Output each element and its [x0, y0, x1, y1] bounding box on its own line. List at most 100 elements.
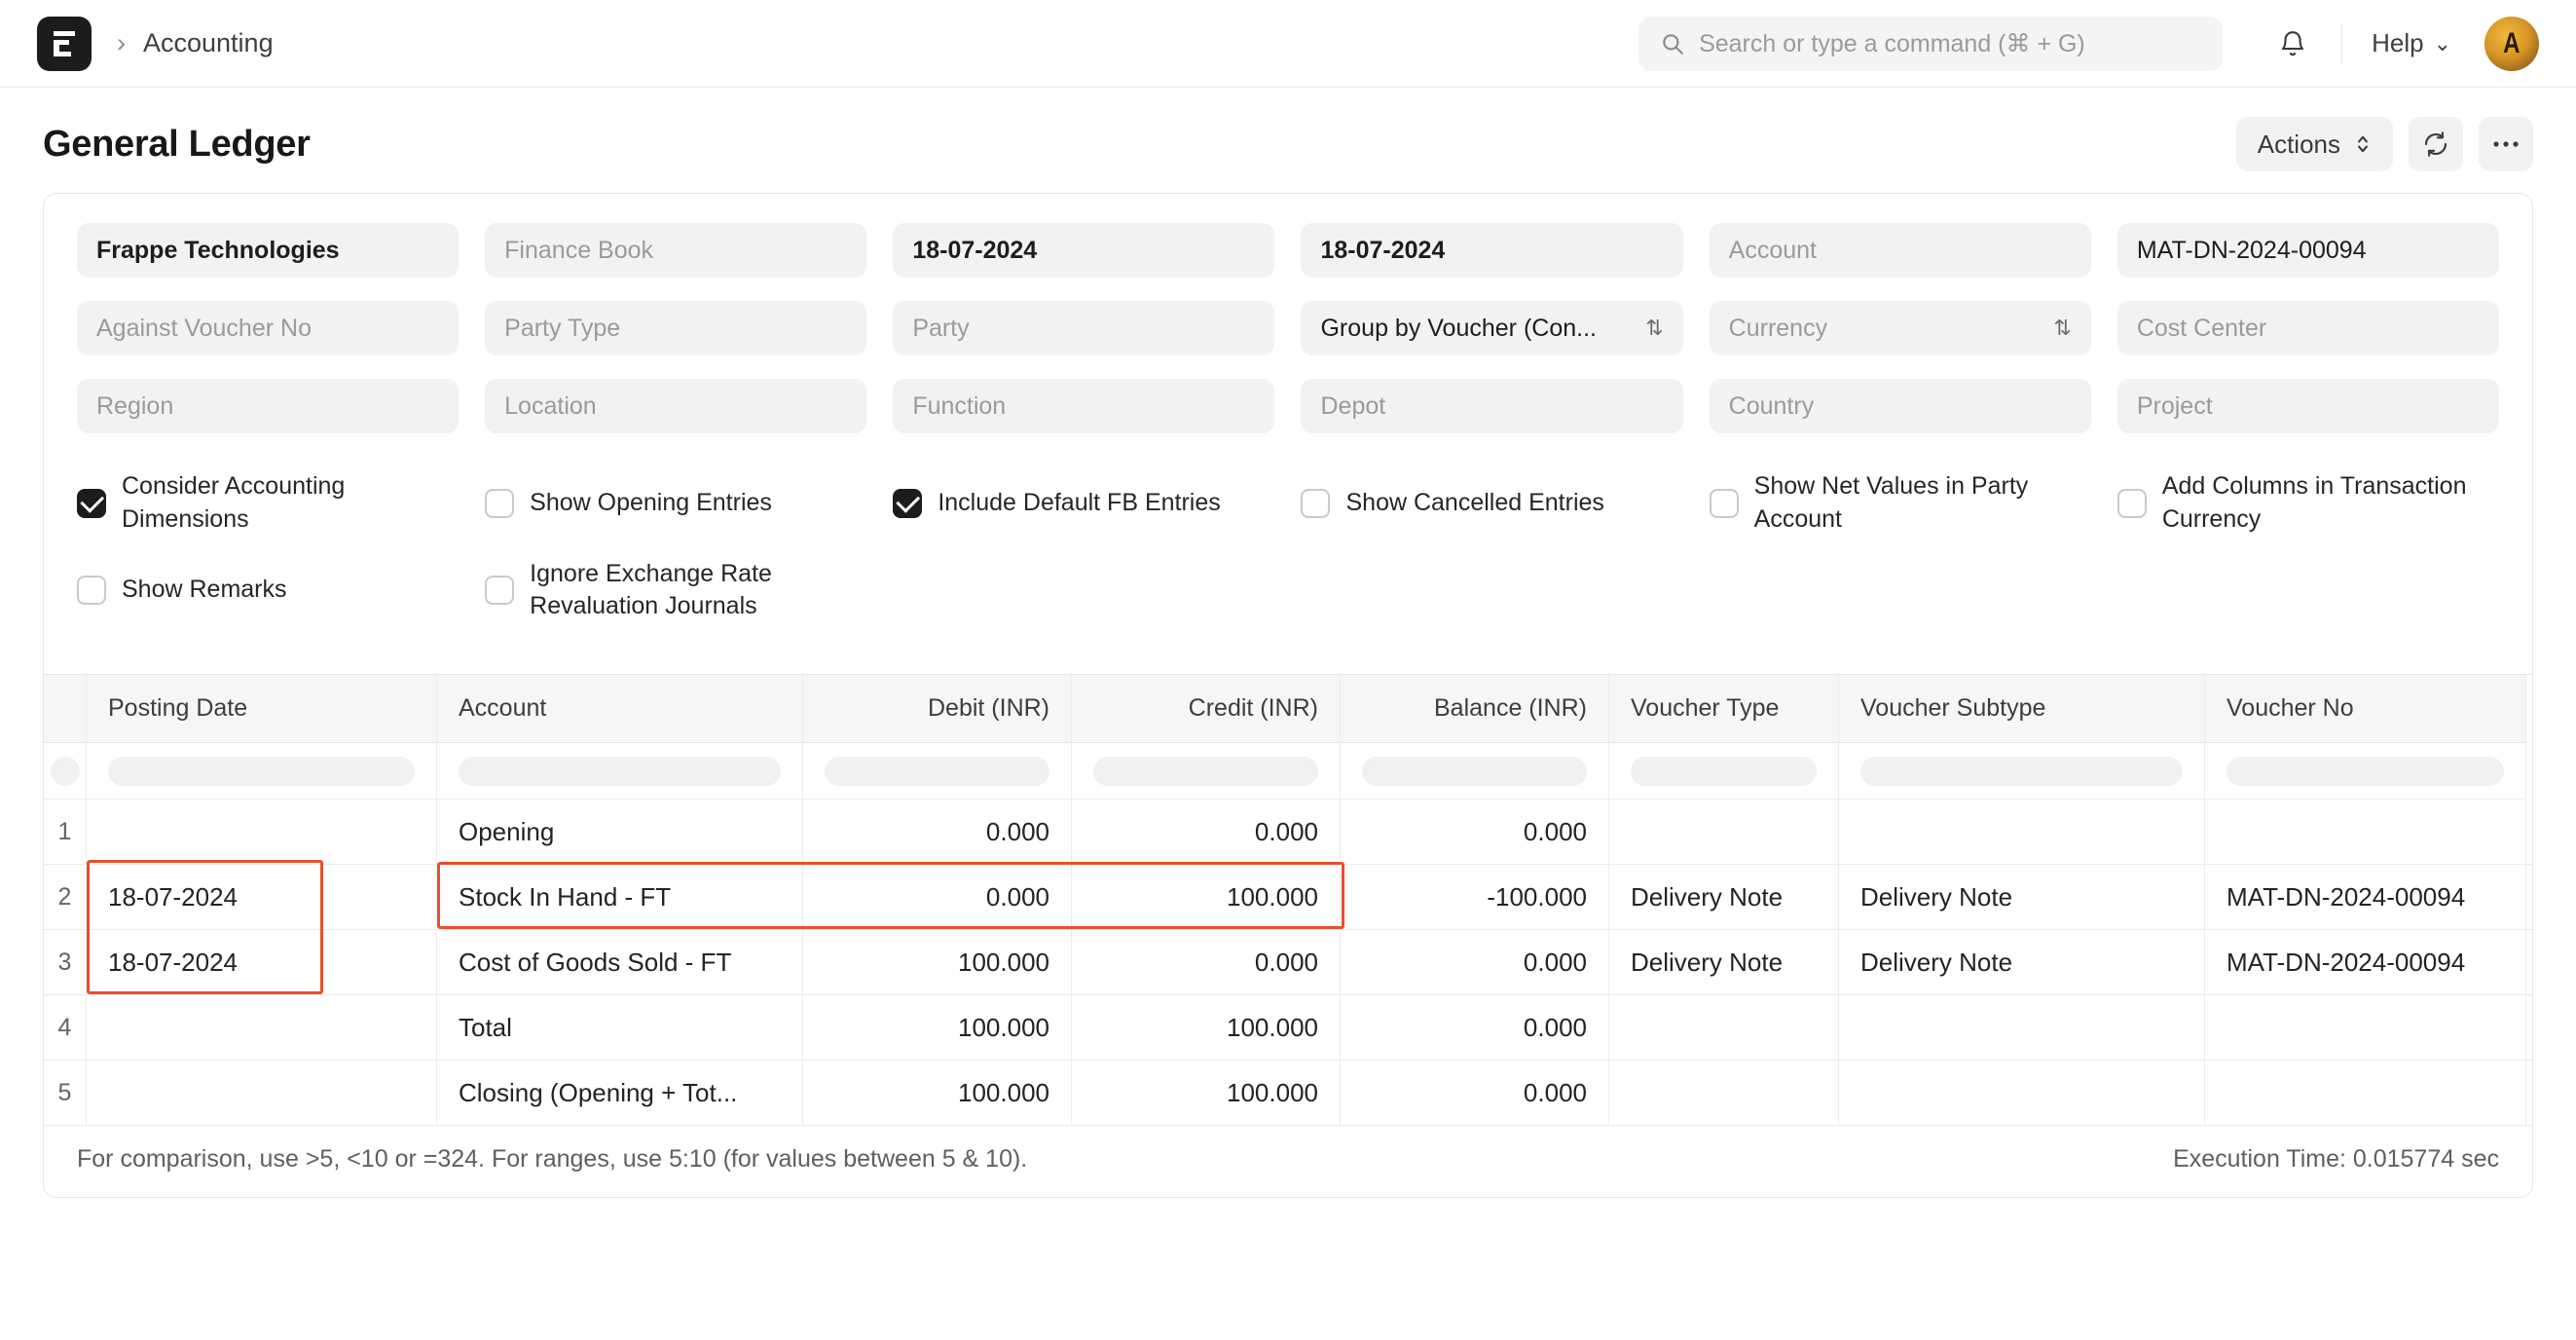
column-filter-balance[interactable] [1341, 743, 1609, 800]
cell-posting-date[interactable] [87, 995, 437, 1060]
cell-debit[interactable]: 0.000 [803, 800, 1072, 864]
cell-balance[interactable]: 0.000 [1341, 1061, 1609, 1125]
cell-posting-date[interactable] [87, 800, 437, 864]
column-header-balance[interactable]: Balance (INR) [1341, 675, 1609, 743]
table-row[interactable]: 4Total100.000100.0000.000 [44, 995, 2532, 1061]
checkbox-box-icon[interactable] [1301, 489, 1330, 518]
filter-voucher-no[interactable]: MAT-DN-2024-00094 [2117, 223, 2499, 278]
cell-debit[interactable]: 100.000 [803, 995, 1072, 1060]
cell-voucher-no[interactable]: MAT-DN-2024-00094 [2205, 865, 2526, 929]
cell-account[interactable]: Opening [437, 800, 803, 864]
column-header-voucher-type[interactable]: Voucher Type [1609, 675, 1839, 743]
row-select-placeholder[interactable] [51, 757, 80, 786]
cell-voucher-subtype[interactable] [1839, 1061, 2205, 1125]
frappe-logo-icon[interactable] [37, 17, 92, 71]
cell-posting-date[interactable] [87, 1061, 437, 1125]
notifications-button[interactable] [2265, 17, 2320, 71]
cell-balance[interactable]: 0.000 [1341, 800, 1609, 864]
column-filter-debit[interactable] [803, 743, 1072, 800]
cell-debit[interactable]: 100.000 [803, 1061, 1072, 1125]
cell-credit[interactable]: 100.000 [1072, 865, 1341, 929]
cell-posting-date[interactable]: 18-07-2024 [87, 930, 437, 994]
column-filter-input[interactable] [1093, 757, 1318, 786]
checkbox-consider-accounting-dimensions[interactable]: Consider Accounting Dimensions [77, 470, 459, 537]
filter-depot[interactable]: Depot [1301, 379, 1682, 433]
cell-voucher-type[interactable] [1609, 1061, 1839, 1125]
column-filter-input[interactable] [108, 757, 415, 786]
filter-currency[interactable]: Currency⇅ [1710, 301, 2091, 355]
filter-company[interactable]: Frappe Technologies [77, 223, 459, 278]
checkbox-box-icon[interactable] [77, 576, 106, 605]
cell-credit[interactable]: 100.000 [1072, 1061, 1341, 1125]
checkbox-box-icon[interactable] [485, 489, 514, 518]
checkbox-box-icon[interactable] [77, 489, 106, 518]
table-row[interactable]: 5Closing (Opening + Tot...100.000100.000… [44, 1061, 2532, 1126]
column-filter-input[interactable] [459, 757, 781, 786]
cell-debit[interactable]: 0.000 [803, 865, 1072, 929]
cell-account[interactable]: Stock In Hand - FT [437, 865, 803, 929]
column-header-voucher-no[interactable]: Voucher No [2205, 675, 2526, 743]
cell-voucher-no[interactable] [2205, 800, 2526, 864]
column-header-account[interactable]: Account [437, 675, 803, 743]
cell-balance[interactable]: 0.000 [1341, 995, 1609, 1060]
column-filter-input[interactable] [1362, 757, 1587, 786]
checkbox-show-cancelled-entries[interactable]: Show Cancelled Entries [1301, 470, 1682, 537]
column-filter-input[interactable] [1860, 757, 2183, 786]
column-filter-input[interactable] [825, 757, 1049, 786]
cell-account[interactable]: Cost of Goods Sold - FT [437, 930, 803, 994]
cell-voucher-no[interactable]: MAT-DN-2024-00094 [2205, 930, 2526, 994]
avatar[interactable]: A [2484, 17, 2539, 71]
filter-location[interactable]: Location [485, 379, 866, 433]
column-header-voucher-subtype[interactable]: Voucher Subtype [1839, 675, 2205, 743]
filter-to-date[interactable]: 18-07-2024 [1301, 223, 1682, 278]
column-header-credit[interactable]: Credit (INR) [1072, 675, 1341, 743]
table-row[interactable]: 1Opening0.0000.0000.000 [44, 800, 2532, 865]
filter-account[interactable]: Account [1710, 223, 2091, 278]
table-row[interactable]: 318-07-2024Cost of Goods Sold - FT100.00… [44, 930, 2532, 995]
cell-balance[interactable]: -100.000 [1341, 865, 1609, 929]
checkbox-show-remarks[interactable]: Show Remarks [77, 558, 459, 624]
refresh-button[interactable] [2409, 117, 2463, 171]
column-filter-voucher-subtype[interactable] [1839, 743, 2205, 800]
more-options-button[interactable] [2479, 117, 2533, 171]
checkbox-add-columns-in-transaction-currency[interactable]: Add Columns in Transaction Currency [2117, 470, 2499, 537]
cell-credit[interactable]: 100.000 [1072, 995, 1341, 1060]
cell-account[interactable]: Total [437, 995, 803, 1060]
checkbox-include-default-fb-entries[interactable]: Include Default FB Entries [893, 470, 1274, 537]
filter-cost-center[interactable]: Cost Center [2117, 301, 2499, 355]
actions-button[interactable]: Actions [2236, 117, 2393, 171]
column-filter-input[interactable] [1631, 757, 1817, 786]
column-header-posting-date[interactable]: Posting Date [87, 675, 437, 743]
table-row[interactable]: 218-07-2024Stock In Hand - FT0.000100.00… [44, 865, 2532, 930]
column-header-debit[interactable]: Debit (INR) [803, 675, 1072, 743]
checkbox-box-icon[interactable] [1710, 489, 1739, 518]
global-search[interactable]: Search or type a command (⌘ + G) [1638, 17, 2223, 71]
checkbox-ignore-exchange-rate-revaluation-journals[interactable]: Ignore Exchange Rate Revaluation Journal… [485, 558, 866, 624]
datatable-column-filter-row[interactable] [44, 743, 2532, 800]
checkbox-show-net-values-in-party-account[interactable]: Show Net Values in Party Account [1710, 470, 2091, 537]
cell-account[interactable]: Closing (Opening + Tot... [437, 1061, 803, 1125]
column-filter-posting-date[interactable] [87, 743, 437, 800]
column-filter-voucher-type[interactable] [1609, 743, 1839, 800]
cell-voucher-type[interactable] [1609, 995, 1839, 1060]
cell-voucher-subtype[interactable]: Delivery Note [1839, 930, 2205, 994]
checkbox-box-icon[interactable] [893, 489, 922, 518]
cell-voucher-subtype[interactable] [1839, 995, 2205, 1060]
cell-balance[interactable]: 0.000 [1341, 930, 1609, 994]
filter-from-date[interactable]: 18-07-2024 [893, 223, 1274, 278]
cell-voucher-subtype[interactable]: Delivery Note [1839, 865, 2205, 929]
cell-voucher-type[interactable]: Delivery Note [1609, 865, 1839, 929]
cell-credit[interactable]: 0.000 [1072, 800, 1341, 864]
filter-function[interactable]: Function [893, 379, 1274, 433]
column-filter-account[interactable] [437, 743, 803, 800]
checkbox-box-icon[interactable] [2117, 489, 2147, 518]
cell-debit[interactable]: 100.000 [803, 930, 1072, 994]
cell-voucher-type[interactable]: Delivery Note [1609, 930, 1839, 994]
cell-posting-date[interactable]: 18-07-2024 [87, 865, 437, 929]
column-filter-input[interactable] [2226, 757, 2504, 786]
filter-party-type[interactable]: Party Type [485, 301, 866, 355]
filter-country[interactable]: Country [1710, 379, 2091, 433]
filter-finance-book[interactable]: Finance Book [485, 223, 866, 278]
cell-voucher-type[interactable] [1609, 800, 1839, 864]
filter-project[interactable]: Project [2117, 379, 2499, 433]
